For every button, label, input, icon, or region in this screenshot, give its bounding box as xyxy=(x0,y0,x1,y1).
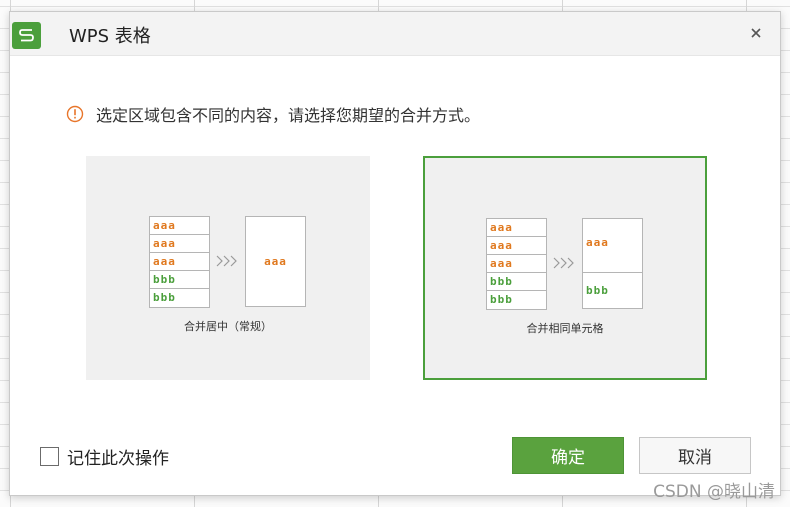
source-cells: aaa aaa aaa bbb bbb xyxy=(486,218,547,310)
remember-checkbox[interactable] xyxy=(40,447,59,466)
merge-same-cells-option[interactable]: aaa aaa aaa bbb bbb aaa bbb 合并相同单元格 xyxy=(423,156,707,380)
dialog-titlebar: WPS 表格 xyxy=(10,12,780,56)
source-cell: aaa xyxy=(150,235,209,253)
message-row: 选定区域包含不同的内容，请选择您期望的合并方式。 xyxy=(66,103,480,125)
source-cell: aaa xyxy=(150,217,209,235)
source-cell: bbb xyxy=(153,291,176,304)
watermark: CSDN @晓山清 xyxy=(653,482,775,502)
remember-label: 记住此次操作 xyxy=(67,449,169,469)
triple-chevron-right-icon xyxy=(550,253,578,273)
wps-logo-icon xyxy=(12,22,41,49)
result-cell: aaa xyxy=(245,216,306,307)
result-cell-value: bbb xyxy=(586,284,609,297)
source-cells: aaa aaa aaa bbb bbb xyxy=(149,216,210,308)
source-cell: aaa xyxy=(150,253,209,271)
merge-center-option[interactable]: aaa aaa aaa bbb bbb aaa 合并居中（常规） xyxy=(86,156,370,380)
dialog-title: WPS 表格 xyxy=(69,26,151,47)
source-cell: aaa xyxy=(487,237,546,255)
merge-dialog: WPS 表格 选定区域包含不同的内容，请选择您期望的合并方式。 aaa aaa … xyxy=(9,11,781,496)
source-cell: bbb xyxy=(150,271,209,289)
message-text: 选定区域包含不同的内容，请选择您期望的合并方式。 xyxy=(96,106,481,125)
source-cell: aaa xyxy=(487,255,546,273)
ok-button[interactable]: 确定 xyxy=(512,437,624,474)
source-cell: bbb xyxy=(487,273,546,291)
source-cell: bbb xyxy=(490,293,513,306)
source-cell: aaa xyxy=(487,219,546,237)
triple-chevron-right-icon xyxy=(213,251,241,271)
cancel-button[interactable]: 取消 xyxy=(639,437,751,474)
warning-circle-icon xyxy=(66,105,84,123)
option-caption: 合并居中（常规） xyxy=(184,320,272,333)
result-cell-value: aaa xyxy=(264,255,287,268)
remember-choice[interactable]: 记住此次操作 xyxy=(40,444,169,469)
close-icon[interactable] xyxy=(746,23,766,43)
result-cell-value: aaa xyxy=(583,219,642,273)
option-caption: 合并相同单元格 xyxy=(526,322,604,335)
result-cells: aaa bbb xyxy=(582,218,643,309)
